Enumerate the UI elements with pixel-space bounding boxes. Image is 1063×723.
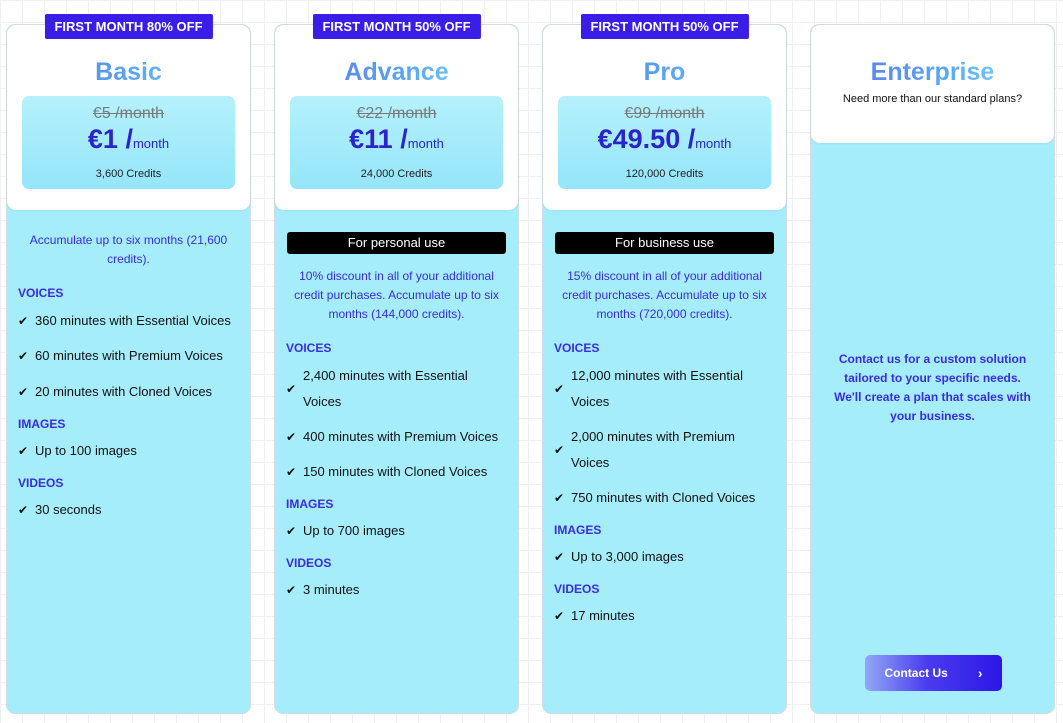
price-box: €22 /month €11 /month 24,000 Credits [290, 96, 503, 189]
feature-text: 30 seconds [35, 502, 102, 517]
section-title-videos: VIDEOS [554, 582, 600, 596]
contact-description: Contact us for a custom solution tailore… [834, 352, 1031, 423]
feature-text: 150 minutes with Cloned Voices [303, 464, 488, 479]
section-title-images: IMAGES [18, 417, 66, 431]
old-price: €5 /month [92, 105, 165, 122]
feature-item: ✔ 17 minutes [543, 603, 786, 629]
use-badge: For business use [555, 232, 774, 254]
check-icon: ✔ [286, 583, 297, 597]
plan-header: FIRST MONTH 80% OFF Basic €5 /month €1 /mon… [7, 14, 250, 210]
feature-text: 3 minutes [303, 582, 360, 597]
plan-card-enterprise: Enterprise Need more than our standard p… [810, 24, 1055, 714]
credits: 3,600 Credits [95, 168, 162, 180]
price-period: month [407, 136, 444, 151]
use-badge: For personal use [287, 232, 506, 254]
feature-text: Up to 3,000 images [571, 549, 684, 564]
feature-text: 20 minutes with Cloned Voices [35, 384, 213, 399]
chevron-right-icon: › [977, 665, 983, 681]
feature-text: 12,000 minutes with Essential Voices [571, 368, 743, 409]
check-icon: ✔ [286, 382, 297, 396]
feature-text: Up to 100 images [35, 443, 137, 458]
check-icon: ✔ [554, 443, 565, 457]
check-icon: ✔ [286, 524, 297, 538]
check-icon: ✔ [18, 349, 29, 363]
plan-header: Enterprise Need more than our standard p… [811, 25, 1054, 143]
plan-card-pro: FIRST MONTH 50% OFF Pro €99 /month €49.50 /… [542, 14, 787, 714]
old-price: €99 /month [624, 105, 705, 122]
feature-item: ✔ 750 minutes with Cloned Voices [543, 485, 786, 511]
feature-item: ✔ 360 minutes with Essential Voices [7, 308, 250, 334]
feature-item: ✔ 150 minutes with Cloned Voices [275, 459, 518, 485]
contact-us-label: Contact Us [884, 666, 948, 680]
feature-item: ✔ 2,000 minutes with Premium Voices [543, 424, 786, 476]
section-title-voices: VOICES [18, 286, 64, 300]
section-title-videos: VIDEOS [18, 476, 64, 490]
feature-item: ✔ Up to 700 images [275, 518, 518, 544]
check-icon: ✔ [554, 382, 565, 396]
check-icon: ✔ [286, 430, 297, 444]
plan-header: FIRST MONTH 50% OFF Advance €22 /month €11 … [275, 14, 518, 210]
feature-item: ✔ 3 minutes [275, 577, 518, 603]
new-price: €49.50 /month [558, 124, 771, 159]
feature-text: 360 minutes with Essential Voices [35, 313, 231, 328]
feature-text: 60 minutes with Premium Voices [35, 348, 223, 363]
contact-us-button[interactable]: Contact Us › [865, 655, 1002, 691]
price-value: €1 / [87, 124, 133, 154]
check-icon: ✔ [18, 444, 29, 458]
feature-item: ✔ Up to 3,000 images [543, 544, 786, 570]
check-icon: ✔ [554, 609, 565, 623]
plan-description: Accumulate up to six months (21,600 cred… [29, 233, 228, 266]
feature-text: Up to 700 images [303, 523, 405, 538]
plan-name: Enterprise [811, 25, 1054, 87]
price-period: month [132, 136, 170, 151]
feature-text: 2,400 minutes with Essential Voices [303, 368, 468, 409]
section-title-videos: VIDEOS [286, 556, 332, 570]
promo-badge: FIRST MONTH 50% OFF [580, 14, 749, 39]
price-box: €99 /month €49.50 /month 120,000 Credits [558, 96, 771, 189]
promo-badge: FIRST MONTH 80% OFF [44, 14, 213, 39]
section-title-voices: VOICES [286, 341, 332, 355]
price-period: month [695, 136, 732, 151]
feature-item: ✔ 20 minutes with Cloned Voices [7, 379, 250, 405]
check-icon: ✔ [554, 550, 565, 564]
section-title-images: IMAGES [286, 497, 334, 511]
feature-item: ✔ 60 minutes with Premium Voices [7, 343, 250, 369]
plan-subtitle: Need more than our standard plans? [842, 93, 1023, 105]
old-price: €22 /month [356, 105, 437, 122]
section-title-images: IMAGES [554, 523, 602, 537]
feature-text: 400 minutes with Premium Voices [303, 429, 499, 444]
new-price: €1 /month [22, 124, 235, 159]
feature-item: ✔ 30 seconds [7, 497, 250, 523]
check-icon: ✔ [18, 385, 29, 399]
plan-card-advance: FIRST MONTH 50% OFF Advance €22 /month €11 … [274, 14, 519, 714]
feature-text: 2,000 minutes with Premium Voices [571, 429, 736, 470]
check-icon: ✔ [554, 491, 565, 505]
credits: 24,000 Credits [360, 168, 433, 180]
feature-text: 750 minutes with Cloned Voices [571, 490, 756, 505]
feature-item: ✔ 12,000 minutes with Essential Voices [543, 363, 786, 415]
check-icon: ✔ [18, 503, 29, 517]
new-price: €11 /month [290, 124, 503, 159]
feature-text: 17 minutes [571, 608, 635, 623]
plan-card-basic: FIRST MONTH 80% OFF Basic €5 /month €1 /mon… [6, 14, 251, 714]
feature-item: ✔ Up to 100 images [7, 438, 250, 464]
plan-description: 10% discount in all of your additional c… [294, 269, 499, 321]
promo-badge: FIRST MONTH 50% OFF [312, 14, 481, 39]
plan-header: FIRST MONTH 50% OFF Pro €99 /month €49.50 /… [543, 14, 786, 210]
price-value: €49.50 / [597, 124, 696, 154]
check-icon: ✔ [18, 314, 29, 328]
section-title-voices: VOICES [554, 341, 600, 355]
price-box: €5 /month €1 /month 3,600 Credits [22, 96, 235, 189]
price-value: €11 / [349, 124, 408, 154]
credits: 120,000 Credits [625, 168, 704, 180]
check-icon: ✔ [286, 465, 297, 479]
plan-description: 15% discount in all of your additional c… [562, 269, 767, 321]
feature-item: ✔ 400 minutes with Premium Voices [275, 424, 518, 450]
feature-item: ✔ 2,400 minutes with Essential Voices [275, 363, 518, 415]
